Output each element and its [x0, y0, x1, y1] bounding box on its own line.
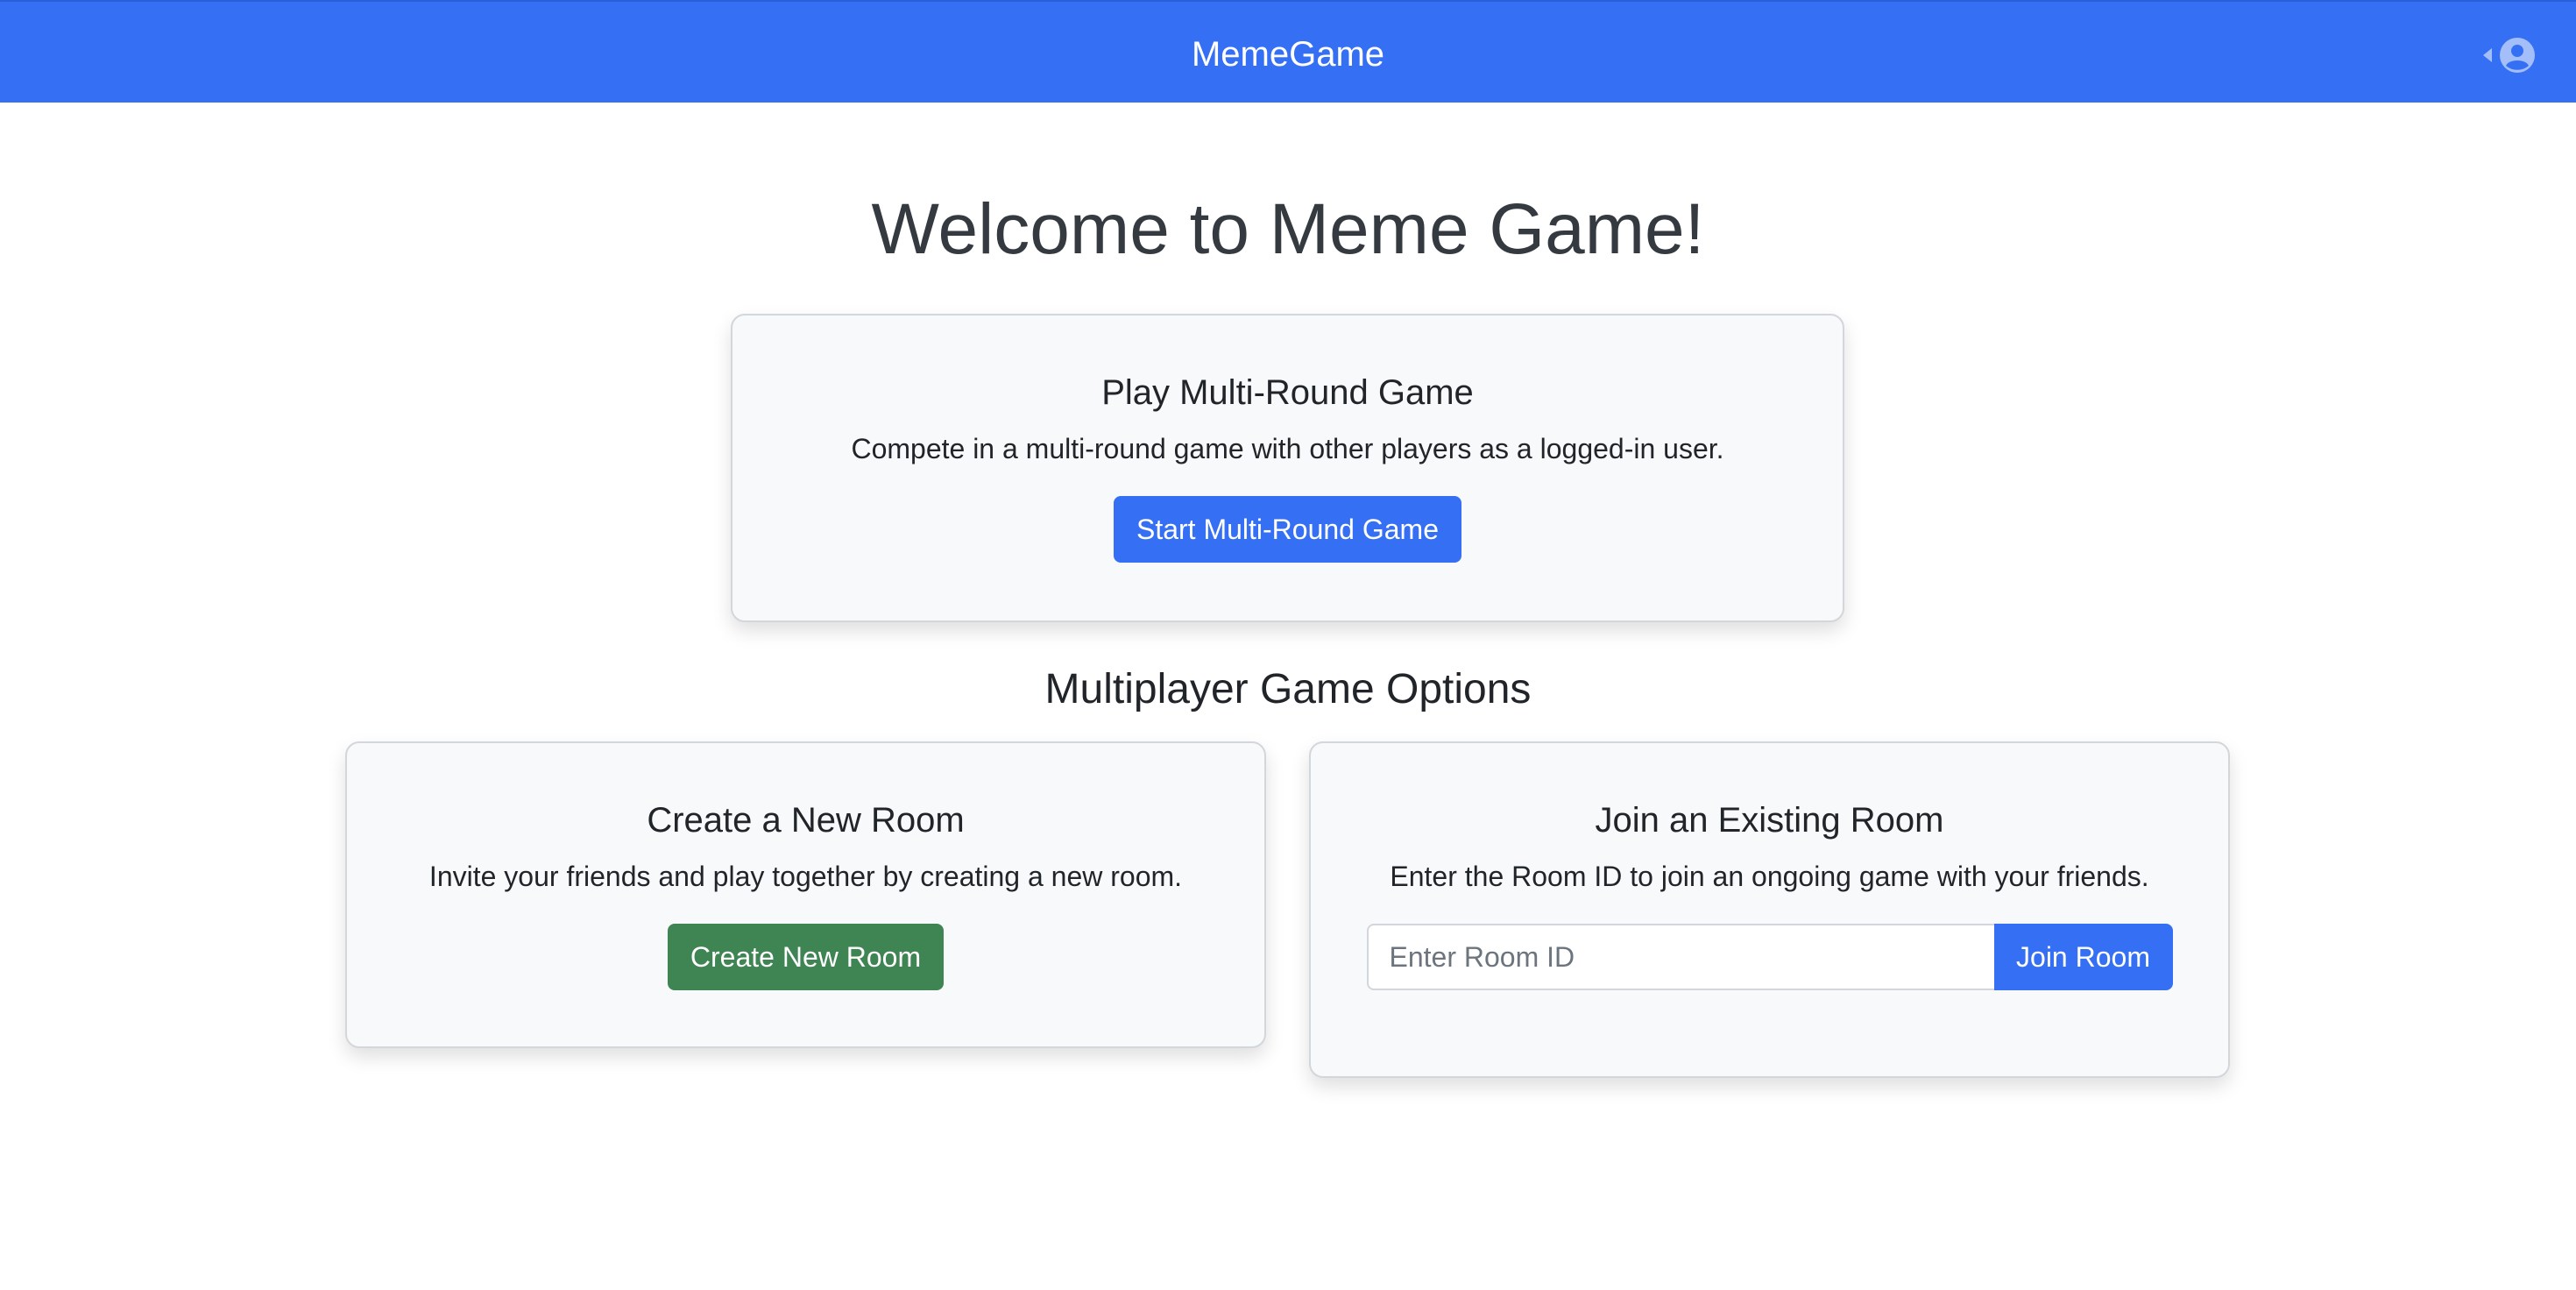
user-circle-icon: [2499, 37, 2536, 74]
create-room-description: Invite your friends and play together by…: [428, 861, 1183, 892]
create-room-button[interactable]: Create New Room: [667, 924, 945, 990]
user-menu-toggle[interactable]: [2483, 35, 2536, 75]
join-room-input-group: Join Room: [1366, 924, 2173, 990]
caret-left-icon: [2483, 48, 2492, 62]
page-title: Welcome to Meme Game!: [871, 189, 1705, 269]
multi-round-title: Play Multi-Round Game: [1101, 373, 1474, 412]
navbar: MemeGame: [0, 0, 2576, 103]
create-room-title: Create a New Room: [647, 801, 965, 840]
join-room-button[interactable]: Join Room: [1993, 924, 2173, 990]
join-room-description: Enter the Room ID to join an ongoing gam…: [1390, 861, 2149, 892]
brand-title[interactable]: MemeGame: [0, 33, 2576, 75]
start-multi-round-button[interactable]: Start Multi-Round Game: [1113, 496, 1461, 563]
create-room-card: Create a New Room Invite your friends an…: [345, 741, 1266, 1048]
multiplayer-section-title: Multiplayer Game Options: [1044, 666, 1532, 712]
multi-round-card: Play Multi-Round Game Compete in a multi…: [731, 314, 1844, 622]
join-room-title: Join an Existing Room: [1595, 801, 1944, 840]
join-room-card: Join an Existing Room Enter the Room ID …: [1309, 741, 2230, 1078]
multi-round-description: Compete in a multi-round game with other…: [851, 433, 1724, 464]
room-id-input[interactable]: [1366, 924, 1994, 990]
